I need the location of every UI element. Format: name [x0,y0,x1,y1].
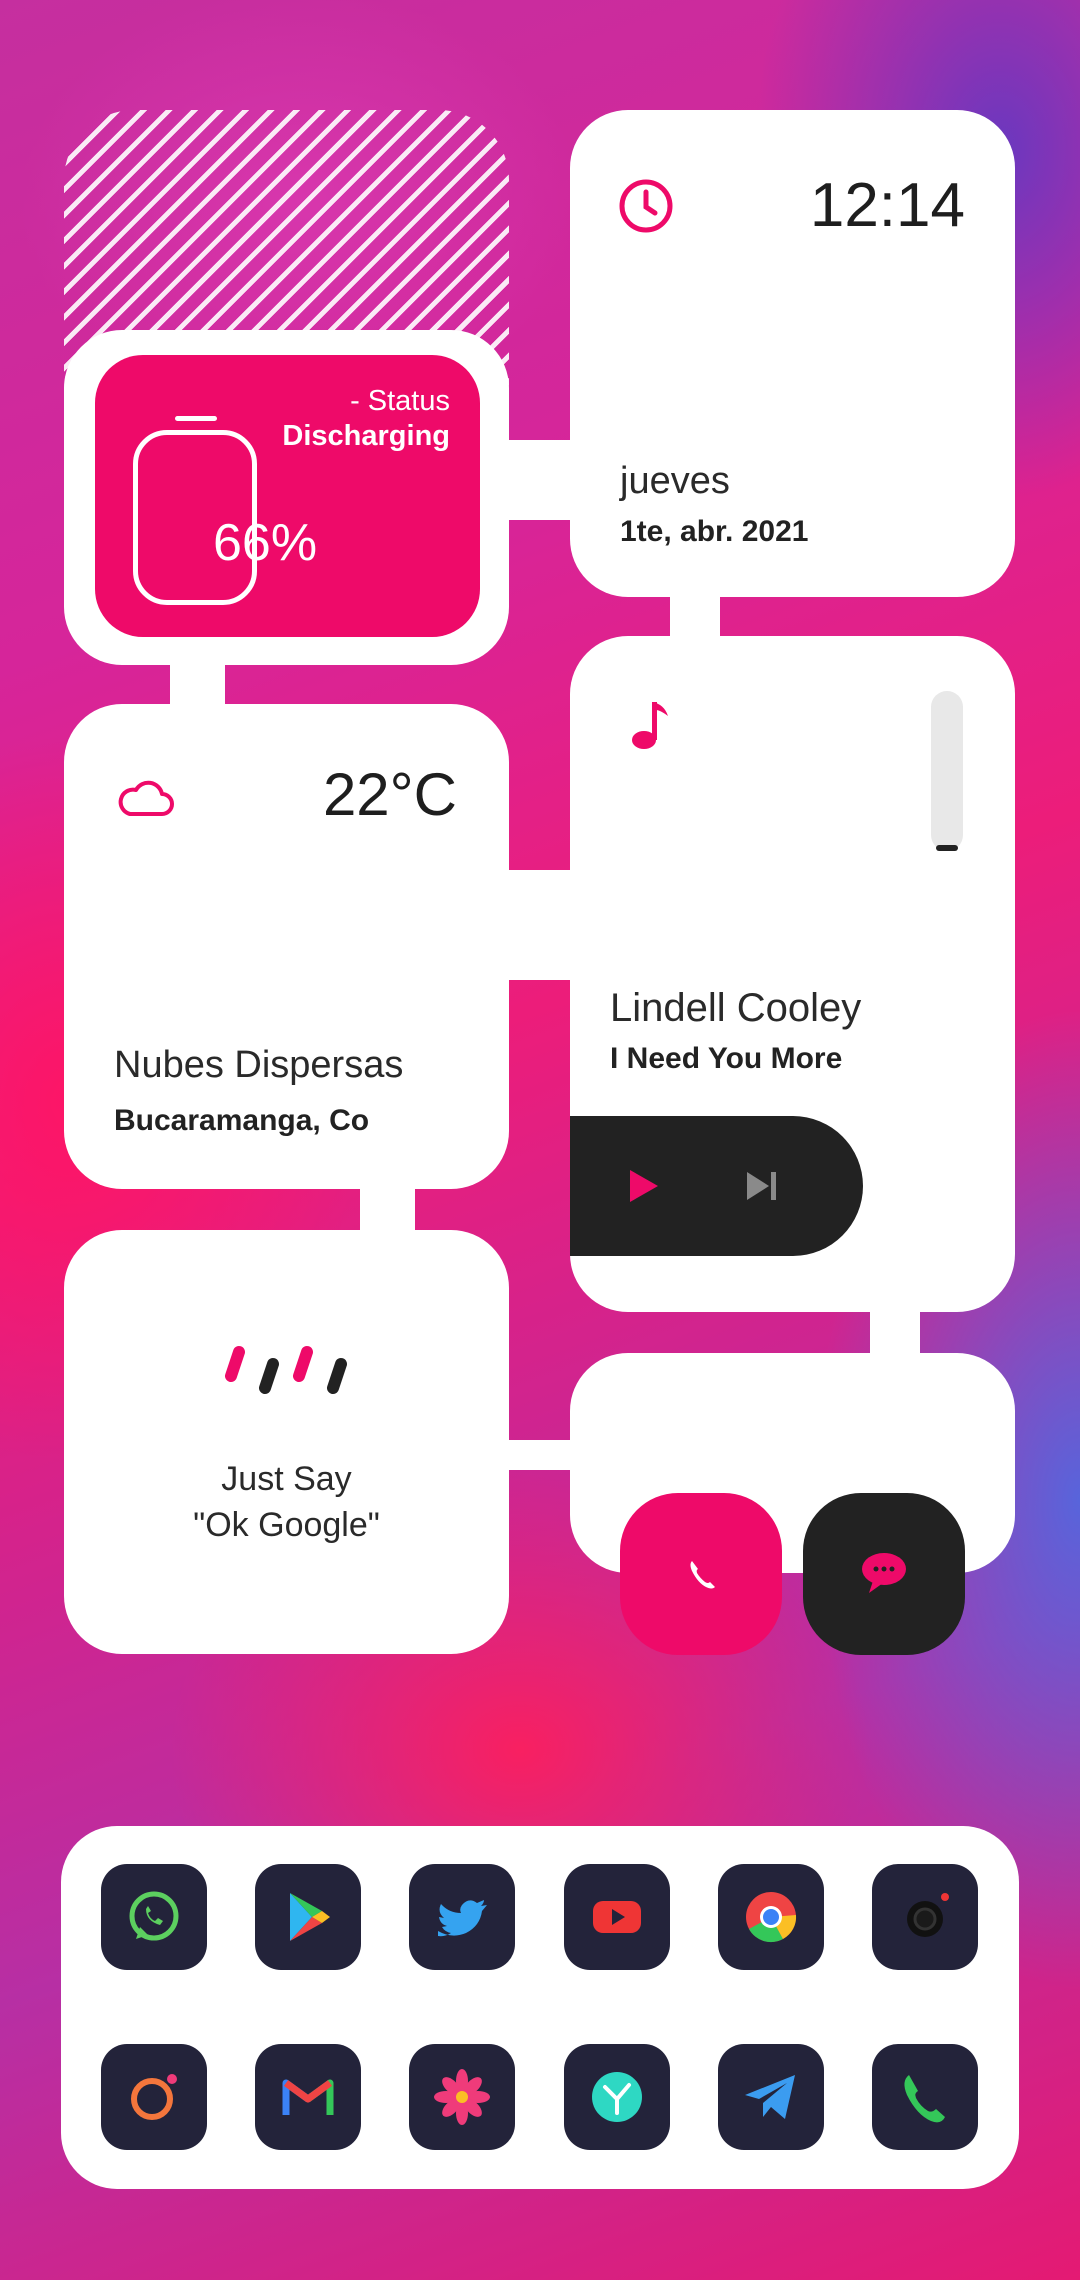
battery-cap [175,416,217,421]
phone-icon [904,2075,945,2123]
clock-date: 1te, abr. 2021 [620,515,809,548]
clock-time: 12:14 [809,171,965,240]
play-store-app[interactable] [255,1864,361,1970]
chrome-icon [746,1892,797,1943]
google-prompt-line2: "Ok Google" [193,1506,380,1544]
chrome-app[interactable] [718,1864,824,1970]
music-song: I Need You More [610,1042,843,1075]
google-assistant-widget[interactable]: Just Say "Ok Google" [64,1230,509,1654]
youtube-app[interactable] [564,1864,670,1970]
app-dock [61,1826,1019,2189]
battery-status-label: - Status [350,385,450,417]
battery-status: - Status Discharging [282,385,450,453]
weather-temperature: 22°C [322,761,457,828]
google-prompt-line1: Just Say [221,1460,352,1498]
card-connector [500,1440,580,1470]
twitter-app[interactable] [409,1864,515,1970]
music-note-icon [632,702,668,749]
clock-day: jueves [620,460,730,502]
clock-app-icon [592,2072,642,2122]
next-track-button[interactable] [745,1170,779,1202]
phone-icon [690,1561,715,1589]
battery-status-value: Discharging [282,420,450,452]
google-assistant-icon [225,1346,347,1394]
gmail-icon [282,2079,334,2115]
weather-description: Nubes Dispersas [114,1044,404,1086]
play-button[interactable] [628,1168,660,1204]
battery-percent: 66% [213,514,318,572]
clock-icon [619,179,673,233]
play-store-icon [290,1893,330,1941]
cloud-icon [118,780,174,816]
phone-call-button[interactable] [620,1493,782,1655]
clock-widget[interactable]: 12:14 jueves 1te, abr. 2021 [570,110,1015,597]
message-icon [862,1553,906,1593]
gallery-flower-icon [434,2069,490,2125]
gallery-app[interactable] [409,2044,515,2150]
messages-button[interactable] [803,1493,965,1655]
clock-app[interactable] [564,2044,670,2150]
camera-lens-icon [131,2074,177,2120]
card-connector [500,870,580,980]
telegram-icon [745,2075,795,2119]
telegram-app[interactable] [718,2044,824,2150]
music-scrollbar-thumb [936,845,958,851]
youtube-icon [593,1901,641,1933]
music-scrollbar[interactable] [931,691,963,851]
whatsapp-icon [129,1891,179,1941]
twitter-icon [438,1900,487,1937]
weather-location: Bucaramanga, Co [114,1104,370,1137]
camera-icon [907,1893,949,1937]
music-artist: Lindell Cooley [610,986,862,1030]
music-widget: Lindell Cooley I Need You More [570,636,1015,1312]
music-controls [570,1116,863,1256]
phone-app[interactable] [872,2044,978,2150]
whatsapp-app[interactable] [101,1864,207,1970]
weather-widget[interactable]: 22°C Nubes Dispersas Bucaramanga, Co [64,704,509,1189]
camera-lens-app[interactable] [101,2044,207,2150]
battery-panel[interactable]: - Status Discharging 66% [95,355,480,637]
card-connector [500,440,580,520]
camera-app[interactable] [872,1864,978,1970]
gmail-app[interactable] [255,2044,361,2150]
